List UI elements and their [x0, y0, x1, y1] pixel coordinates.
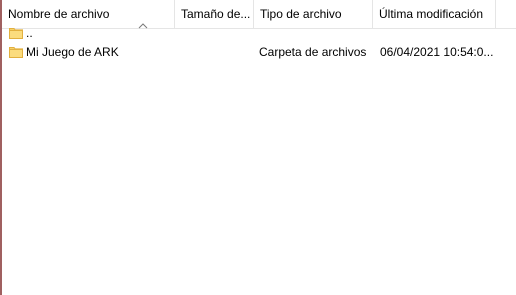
folder-icon	[9, 47, 23, 58]
list-item-folder[interactable]: Mi Juego de ARK Carpeta de archivos 06/0…	[2, 43, 516, 62]
list-item-parent-folder[interactable]: ..	[2, 24, 516, 43]
column-header-size-label: Tamaño de...	[181, 7, 251, 21]
column-header-type-label: Tipo de archivo	[260, 7, 342, 21]
file-name: ..	[26, 26, 33, 40]
file-list-view[interactable]: Nombre de archivo Tamaño de... Tipo de a…	[2, 0, 516, 295]
file-size	[178, 43, 252, 62]
file-size	[178, 24, 252, 43]
file-name: Mi Juego de ARK	[26, 45, 119, 59]
file-type: Carpeta de archivos	[259, 45, 367, 59]
file-type	[259, 24, 371, 43]
file-modified	[378, 24, 494, 43]
column-header-modified-label: Última modificación	[379, 7, 484, 21]
file-modified: 06/04/2021 10:54:0...	[380, 45, 494, 59]
column-header-name-label: Nombre de archivo	[8, 7, 110, 21]
file-rows: .. Mi Juego de ARK Carpeta de archivos 0…	[2, 24, 516, 62]
folder-icon	[9, 28, 23, 39]
